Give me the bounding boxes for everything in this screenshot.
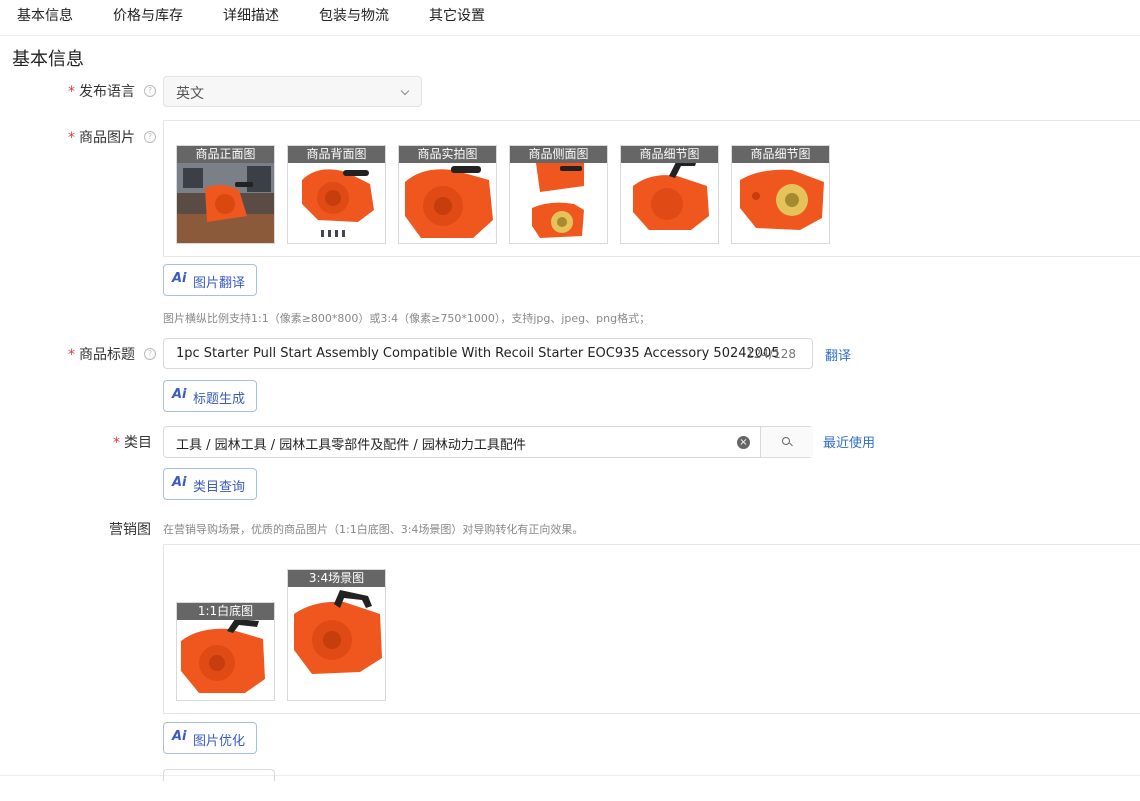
product-image-thumb[interactable]: 商品正面图 (176, 145, 275, 244)
category-value: 工具 / 园林工具 / 园林工具零部件及配件 / 园林动力工具配件 (176, 438, 526, 453)
language-label: * 发布语言 (68, 84, 135, 100)
ai-icon: Ai (172, 475, 187, 490)
product-image-thumb[interactable]: 商品背面图 (287, 145, 386, 244)
tab-other-settings[interactable]: 其它设置 (429, 5, 485, 25)
thumb-caption: 3:4场景图 (288, 570, 385, 587)
images-label: * 商品图片 (68, 130, 135, 146)
language-select[interactable]: 英文 (163, 76, 422, 107)
tab-package-logistics[interactable]: 包装与物流 (319, 5, 389, 25)
category-search-button[interactable] (760, 427, 813, 457)
image-format-hint: 图片横纵比例支持1:1（像素≥800*800）或3:4（像素≥750*1000）… (163, 312, 651, 325)
chevron-down-icon (400, 86, 410, 96)
title-label: * 商品标题 (68, 347, 135, 363)
title-value: 1pc Starter Pull Start Assembly Compatib… (176, 346, 780, 361)
category-label: * 类目 (113, 435, 152, 451)
required-mark: * (68, 130, 75, 146)
cut-off-button[interactable] (163, 769, 275, 781)
tab-description[interactable]: 详细描述 (223, 5, 279, 25)
marketing-label: 营销图 (109, 522, 151, 538)
product-image-thumb[interactable]: 商品细节图 (731, 145, 830, 244)
image-translate-button[interactable]: Ai 图片翻译 (163, 264, 257, 296)
marketing-image-thumb[interactable]: 1:1白底图 (176, 602, 275, 701)
marketing-hint: 在营销导购场景，优质的商品图片（1:1白底图、3:4场景图）对导购转化有正向效果… (163, 523, 584, 536)
thumb-caption: 1:1白底图 (177, 603, 274, 620)
title-input[interactable]: 1pc Starter Pull Start Assembly Compatib… (163, 338, 813, 369)
image-optimize-button[interactable]: Ai 图片优化 (163, 722, 257, 754)
required-mark: * (68, 347, 75, 363)
category-query-button[interactable]: Ai 类目查询 (163, 468, 257, 500)
section-title: 基本信息 (12, 49, 84, 70)
tab-price-stock[interactable]: 价格与库存 (113, 5, 183, 25)
product-image-thumb[interactable]: 商品细节图 (620, 145, 719, 244)
clear-icon[interactable]: × (737, 436, 750, 449)
title-generate-button[interactable]: Ai 标题生成 (163, 380, 257, 412)
thumb-caption: 商品背面图 (288, 146, 385, 163)
tab-basic-info[interactable]: 基本信息 (17, 5, 73, 25)
help-icon[interactable]: ? (144, 131, 156, 143)
help-icon[interactable]: ? (144, 85, 156, 97)
thumb-caption: 商品细节图 (621, 146, 718, 163)
required-mark: * (68, 84, 75, 100)
ai-icon: Ai (172, 271, 187, 286)
thumb-caption: 商品正面图 (177, 146, 274, 163)
translate-link[interactable]: 翻译 (825, 345, 851, 364)
thumb-caption: 商品实拍图 (399, 146, 496, 163)
required-mark: * (113, 435, 120, 451)
help-icon[interactable]: ? (144, 348, 156, 360)
title-char-count: 124/128 (746, 347, 796, 361)
thumb-caption: 商品侧面图 (510, 146, 607, 163)
category-input[interactable]: 工具 / 园林工具 / 园林工具零部件及配件 / 园林动力工具配件 × (163, 426, 813, 458)
ai-icon: Ai (172, 729, 187, 744)
recent-used-link[interactable]: 最近使用 (823, 432, 875, 451)
marketing-image-thumb[interactable]: 3:4场景图 (287, 569, 386, 701)
product-image-thumb[interactable]: 商品侧面图 (509, 145, 608, 244)
top-tab-bar: 基本信息 价格与库存 详细描述 包装与物流 其它设置 (0, 0, 1140, 36)
product-image-thumb[interactable]: 商品实拍图 (398, 145, 497, 244)
language-value: 英文 (176, 86, 204, 102)
thumb-caption: 商品细节图 (732, 146, 829, 163)
ai-icon: Ai (172, 387, 187, 402)
